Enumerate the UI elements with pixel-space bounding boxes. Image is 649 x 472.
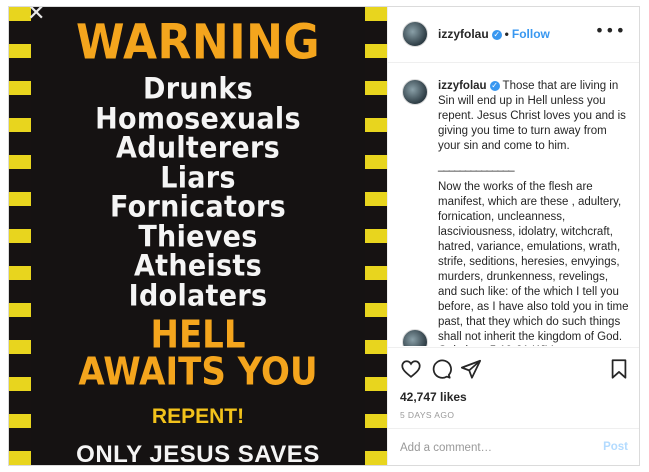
sign-hell-line-2: AWAITS YOU [78, 349, 318, 395]
caption-divider: ______________ [438, 159, 515, 172]
sign-list-item: Thieves [138, 220, 258, 254]
post-comment-button[interactable]: Post [603, 441, 628, 453]
comment-avatar[interactable] [402, 329, 428, 346]
caption-username[interactable]: izzyfolau [438, 80, 487, 92]
caption-avatar[interactable] [402, 79, 428, 105]
sign-list-item: Liars [160, 161, 236, 195]
share-icon[interactable] [460, 358, 482, 380]
sign-repent: REPENT! [151, 405, 245, 428]
caption: izzyfolau ✓ Those that are living in Sin … [438, 79, 630, 346]
verified-badge-icon: ✓ [491, 29, 502, 40]
comment-input[interactable] [400, 439, 590, 457]
sign-heading: WARNING [75, 14, 321, 71]
separator-dot: • [504, 27, 509, 41]
likes-count[interactable]: 42,747 likes [400, 390, 467, 404]
sign-list-item: Homosexuals [95, 102, 301, 136]
more-options-icon[interactable]: ••• [595, 21, 626, 40]
sign-list-item: Drunks [143, 72, 253, 107]
header-user-line: izzyfolau ✓ • Follow [438, 27, 550, 41]
sign-list-item: Adulterers [116, 131, 280, 166]
hazard-stripes-left [9, 7, 31, 465]
post-sidebar: izzyfolau ✓ • Follow ••• izzyfolau ✓ Those t… [387, 7, 639, 465]
post-header: izzyfolau ✓ • Follow ••• [388, 7, 639, 63]
sign-list-item: Fornicators [109, 190, 287, 225]
caption-body: Now the works of the flesh are manifest,… [438, 181, 629, 346]
post-timestamp[interactable]: 5 DAYS AGO [400, 410, 454, 420]
post-image: ✕ WARNING Drunks Homosexuals Adulterers … [9, 7, 387, 465]
sign-list: Drunks Homosexuals Adulterers Liars Forn… [31, 72, 365, 313]
comment-bar: Post [388, 428, 639, 465]
sign-saves: ONLY JESUS SAVES [76, 441, 320, 465]
warning-sign: WARNING Drunks Homosexuals Adulterers Li… [31, 7, 365, 465]
sign-list-item: Atheists [133, 249, 263, 284]
instagram-post: ✕ WARNING Drunks Homosexuals Adulterers … [8, 6, 640, 466]
heart-icon[interactable] [400, 358, 422, 380]
action-icons [400, 358, 630, 382]
verified-badge-icon: ✓ [489, 80, 500, 91]
comments-area[interactable]: izzyfolau ✓ Those that are living in Sin … [388, 63, 639, 346]
comment-icon[interactable] [430, 358, 452, 380]
hazard-stripes-right [365, 7, 387, 465]
sign-list-item: Idolaters [128, 279, 268, 313]
avatar[interactable] [402, 21, 428, 47]
username-link[interactable]: izzyfolau [438, 27, 489, 41]
post-actions: 42,747 likes 5 DAYS AGO Post [388, 347, 639, 465]
follow-button[interactable]: Follow [512, 27, 550, 41]
bookmark-icon[interactable] [608, 358, 630, 380]
